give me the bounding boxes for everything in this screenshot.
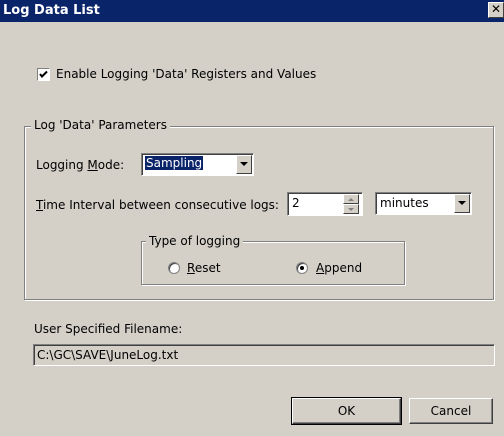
append-radio-label: Append (316, 261, 363, 275)
filename-label: User Specified Filename: (34, 322, 183, 336)
radio-selected-dot (300, 266, 304, 270)
time-unit-dropdown-button[interactable] (454, 194, 470, 213)
reset-radio-label: Reset (187, 261, 221, 275)
chevron-down-icon (240, 162, 248, 166)
logging-mode-dropdown-button[interactable] (236, 155, 252, 174)
time-interval-label: Time Interval between consecutive logs: (36, 198, 279, 212)
enable-logging-checkbox[interactable] (37, 68, 50, 81)
close-button[interactable]: ✕ (488, 2, 504, 18)
spin-up-button[interactable] (343, 194, 359, 204)
logging-mode-select[interactable]: Sampling (141, 153, 254, 176)
ok-button[interactable]: OK (291, 397, 402, 425)
cancel-button[interactable]: Cancel (409, 398, 493, 424)
spin-down-button[interactable] (343, 204, 359, 214)
enable-logging-label: Enable Logging 'Data' Registers and Valu… (56, 67, 317, 81)
reset-radio[interactable] (168, 262, 180, 274)
type-of-logging-legend: Type of logging (146, 234, 244, 248)
arrow-up-icon (348, 198, 354, 201)
window-title: Log Data List (3, 3, 100, 18)
log-data-parameters-legend: Log 'Data' Parameters (31, 118, 170, 132)
time-interval-value: 2 (292, 196, 300, 210)
append-radio[interactable] (296, 262, 308, 274)
time-unit-select[interactable]: minutes (375, 192, 472, 215)
time-unit-value: minutes (380, 196, 429, 210)
checkmark-icon (39, 70, 48, 78)
chevron-down-icon (458, 201, 466, 205)
filename-value: C:\GC\SAVE\JuneLog.txt (37, 348, 179, 362)
arrow-down-icon (348, 208, 354, 211)
filename-field[interactable]: C:\GC\SAVE\JuneLog.txt (33, 344, 495, 366)
logging-mode-label: Logging Mode: (36, 158, 125, 172)
time-interval-spinner[interactable]: 2 (287, 192, 363, 216)
close-icon: ✕ (490, 2, 502, 16)
title-bar: Log Data List ✕ (0, 0, 504, 22)
logging-mode-value: Sampling (145, 156, 204, 170)
